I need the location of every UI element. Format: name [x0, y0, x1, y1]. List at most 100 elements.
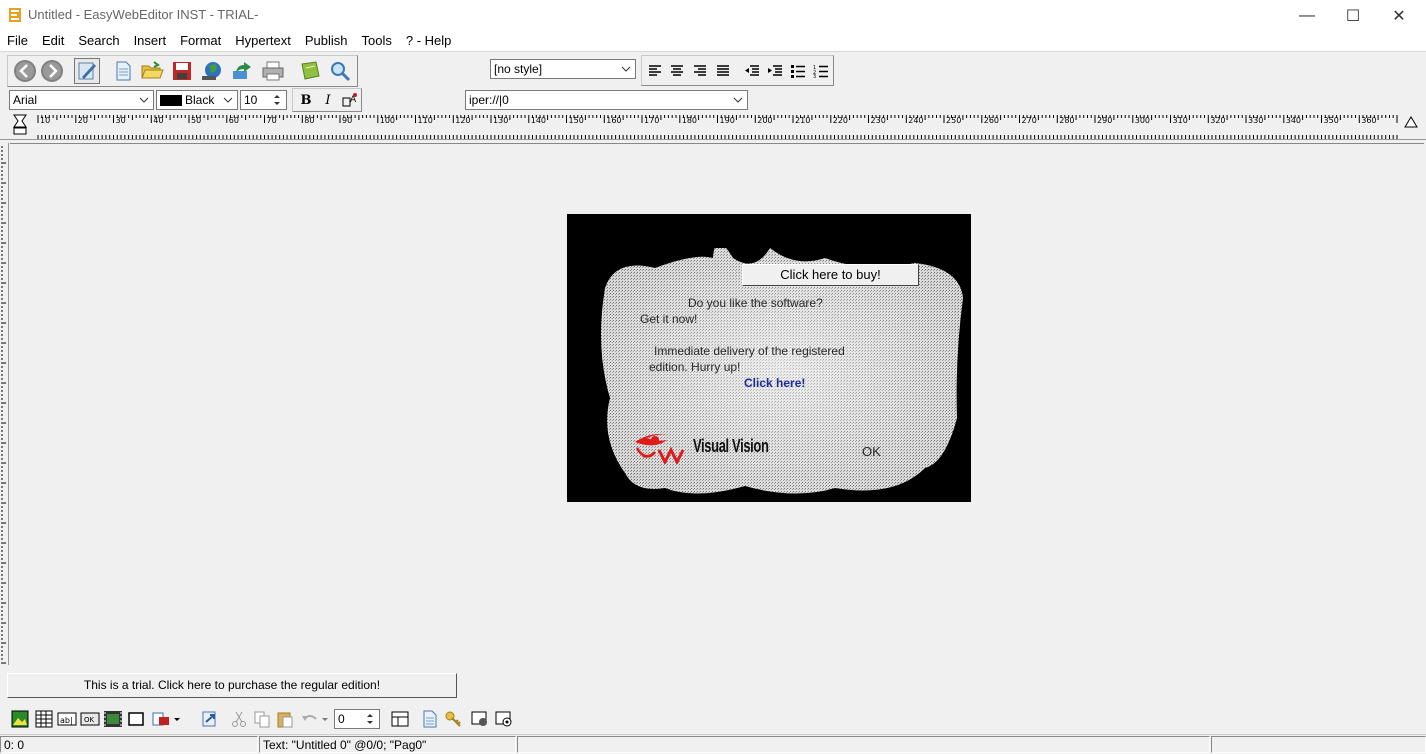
cut-icon[interactable]	[227, 706, 251, 732]
left-indent-marker[interactable]	[13, 114, 27, 128]
horizontal-ruler[interactable]: 10 20 30 40 50 60 70 80 90 100 110 120 130 140 150 160 1…	[0, 113, 1426, 140]
insert-image-icon[interactable]	[8, 706, 32, 732]
ruler-label: 110	[418, 116, 433, 125]
ruler-label: 290	[1097, 116, 1112, 125]
copy-icon[interactable]	[250, 706, 274, 732]
print-icon[interactable]	[260, 58, 286, 84]
chevron-down-icon	[137, 91, 151, 109]
preview-icon[interactable]	[468, 706, 492, 732]
layout-icon[interactable]	[388, 706, 412, 732]
insert-frame-icon[interactable]	[124, 706, 148, 732]
element-info: Text: "Untitled 0" @0/0; "Pag0"	[259, 736, 516, 753]
ruler-label: 300	[1135, 116, 1150, 125]
chevron-down-icon	[221, 91, 235, 109]
spin-arrows-icon[interactable]	[270, 91, 284, 109]
ruler-label: 320	[1210, 116, 1225, 125]
insert-button-icon[interactable]: OK	[78, 706, 102, 732]
save-icon[interactable]	[169, 58, 195, 84]
publish-globe-icon[interactable]	[199, 58, 225, 84]
undo-count-stepper[interactable]: 0	[334, 709, 380, 729]
color-select[interactable]: Black	[156, 90, 238, 110]
color-swatch	[160, 95, 182, 107]
align-justify-icon[interactable]	[710, 58, 736, 84]
menu-insert[interactable]: Insert	[127, 31, 174, 51]
forward-icon[interactable]	[39, 58, 65, 84]
ruler-label: 220	[833, 116, 848, 125]
toolbar-area: [no style] 123 Arial Black 10 B I A iper…	[0, 51, 1426, 112]
menu-format[interactable]: Format	[173, 31, 228, 51]
ok-button[interactable]: OK	[862, 444, 881, 459]
menu-tools[interactable]: Tools	[355, 31, 399, 51]
font-format-icon[interactable]: A	[339, 89, 361, 111]
upload-icon[interactable]	[229, 58, 255, 84]
maximize-button[interactable]: ☐	[1330, 0, 1376, 31]
ruler-label: 270	[1022, 116, 1037, 125]
page-icon[interactable]	[418, 706, 442, 732]
spin-arrows-icon[interactable]	[363, 710, 377, 728]
menu-publish[interactable]: Publish	[298, 31, 355, 51]
ruler-label: 350	[1324, 116, 1339, 125]
ruler-ticks: 10 20 30 40 50 60 70 80 90 100 110 120 130 140 150 160 1…	[13, 114, 1418, 139]
ruler-label: 100	[380, 116, 395, 125]
insert-video-icon[interactable]	[101, 706, 125, 732]
menu-file[interactable]: File	[0, 31, 35, 51]
buy-button[interactable]: Click here to buy!	[742, 264, 919, 286]
numbered-list-icon[interactable]: 123	[808, 58, 834, 84]
click-here-link[interactable]: Click here!	[744, 376, 805, 390]
ruler-label: 210	[795, 116, 810, 125]
window-title: Untitled - EasyWebEditor INST - TRIAL-	[28, 7, 259, 22]
settings-icon[interactable]	[492, 706, 516, 732]
insert-textfield-icon[interactable]: ab|	[55, 706, 79, 732]
menu-search[interactable]: Search	[71, 31, 126, 51]
ruler-label: 130	[493, 116, 508, 125]
minimize-button[interactable]: —	[1284, 0, 1330, 31]
title-bar: Untitled - EasyWebEditor INST - TRIAL- —…	[0, 0, 1426, 31]
ruler-label: 330	[1248, 116, 1263, 125]
bold-button[interactable]: B	[295, 89, 317, 111]
menu-hypertext[interactable]: Hypertext	[228, 31, 298, 51]
insert-object-icon[interactable]	[150, 706, 184, 732]
ruler-label: 170	[644, 116, 659, 125]
nag-text-question: Do you like the software?	[688, 296, 823, 310]
ruler-label: 260	[984, 116, 999, 125]
back-icon[interactable]	[12, 58, 38, 84]
new-document-icon[interactable]	[110, 58, 136, 84]
italic-button[interactable]: I	[317, 89, 339, 111]
insert-table-icon[interactable]	[32, 706, 56, 732]
style-select-value: [no style]	[494, 62, 543, 76]
paste-icon[interactable]	[273, 706, 297, 732]
ruler-label: 90	[342, 116, 352, 125]
ruler-label: 280	[1059, 116, 1074, 125]
svg-text:3: 3	[813, 74, 816, 78]
undo-icon[interactable]	[298, 706, 332, 732]
menu-bar: File Edit Search Insert Format Hypertext…	[0, 31, 1426, 51]
notebook-icon[interactable]	[297, 58, 323, 84]
menu-help[interactable]: ? - Help	[399, 31, 459, 51]
open-folder-icon[interactable]	[139, 58, 165, 84]
ruler-label: 160	[606, 116, 621, 125]
close-button[interactable]: ✕	[1376, 0, 1422, 31]
edit-mode-icon[interactable]	[74, 58, 100, 84]
link-target-select[interactable]: iper://|0	[465, 90, 748, 110]
font-select[interactable]: Arial	[9, 90, 154, 110]
ruler-label: 230	[871, 116, 886, 125]
right-indent-marker[interactable]	[1404, 116, 1418, 128]
hyperlink-icon[interactable]	[198, 706, 222, 732]
font-size-stepper[interactable]: 10	[240, 90, 287, 110]
ruler-label: 190	[720, 116, 735, 125]
status-bar: 0: 0 Text: "Untitled 0" @0/0; "Pag0"	[0, 734, 1426, 754]
ruler-label: 60	[229, 116, 239, 125]
nag-text-delivery: Immediate delivery of the registered	[654, 344, 845, 358]
nag-text-hurry: edition. Hurry up!	[649, 360, 741, 374]
properties-key-icon[interactable]	[441, 706, 465, 732]
ruler-label: 30	[116, 116, 126, 125]
style-select[interactable]: [no style]	[490, 59, 636, 79]
search-icon[interactable]	[327, 58, 353, 84]
ruler-label: 50	[191, 116, 201, 125]
menu-edit[interactable]: Edit	[35, 31, 71, 51]
bottom-toolbar: ab| OK 0	[0, 705, 1426, 734]
status-empty-cell	[517, 736, 1210, 753]
font-size-value: 10	[244, 93, 258, 107]
left-margin-marker[interactable]	[13, 127, 27, 135]
trial-purchase-button[interactable]: This is a trial. Click here to purchase …	[7, 673, 457, 698]
